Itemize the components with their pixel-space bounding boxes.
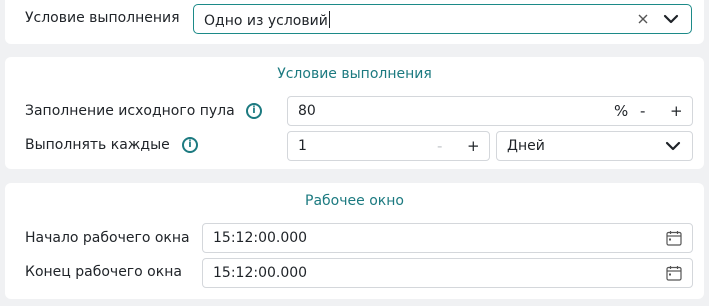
increment-button[interactable]: + [467, 138, 480, 154]
condition-card: Условие выполнения Одно из условий [5, 0, 704, 44]
execution-condition-card: Условие выполнения Заполнение исходного … [5, 57, 704, 169]
decrement-button[interactable]: - [640, 103, 645, 119]
increment-button[interactable]: + [670, 103, 683, 119]
end-label: Конец рабочего окна [25, 264, 182, 280]
execution-condition-title: Условие выполнения [277, 66, 432, 82]
condition-label: Условие выполнения [25, 10, 180, 26]
close-icon[interactable] [637, 13, 649, 25]
chevron-down-icon[interactable] [663, 14, 679, 24]
work-window-card: Рабочее окно Начало рабочего окна 15:12:… [5, 183, 704, 299]
info-icon[interactable]: i [246, 103, 262, 119]
period-select[interactable]: Дней [496, 131, 693, 161]
run-every-input[interactable]: 1 - + [287, 131, 490, 161]
calendar-icon[interactable] [666, 230, 682, 246]
run-every-label: Выполнять каждые [25, 137, 170, 153]
condition-select[interactable]: Одно из условий [193, 4, 692, 34]
start-label: Начало рабочего окна [25, 230, 190, 246]
start-time-value: 15:12:00.000 [213, 230, 308, 246]
end-time-value: 15:12:00.000 [213, 265, 308, 281]
chevron-down-icon[interactable] [665, 141, 681, 151]
work-window-title: Рабочее окно [305, 193, 404, 209]
period-value: Дней [507, 138, 545, 154]
pool-fill-label: Заполнение исходного пула [25, 103, 235, 119]
end-time-input[interactable]: 15:12:00.000 [202, 258, 693, 288]
start-time-input[interactable]: 15:12:00.000 [202, 223, 693, 253]
condition-value: Одно из условий [204, 13, 328, 29]
percent-unit: % [614, 102, 629, 120]
run-every-value: 1 [298, 138, 307, 154]
decrement-button[interactable]: - [437, 138, 442, 154]
calendar-icon[interactable] [666, 265, 682, 281]
pool-fill-value: 80 [298, 103, 316, 119]
pool-fill-input[interactable]: 80 % - + [287, 96, 693, 126]
info-icon[interactable]: i [182, 137, 198, 153]
